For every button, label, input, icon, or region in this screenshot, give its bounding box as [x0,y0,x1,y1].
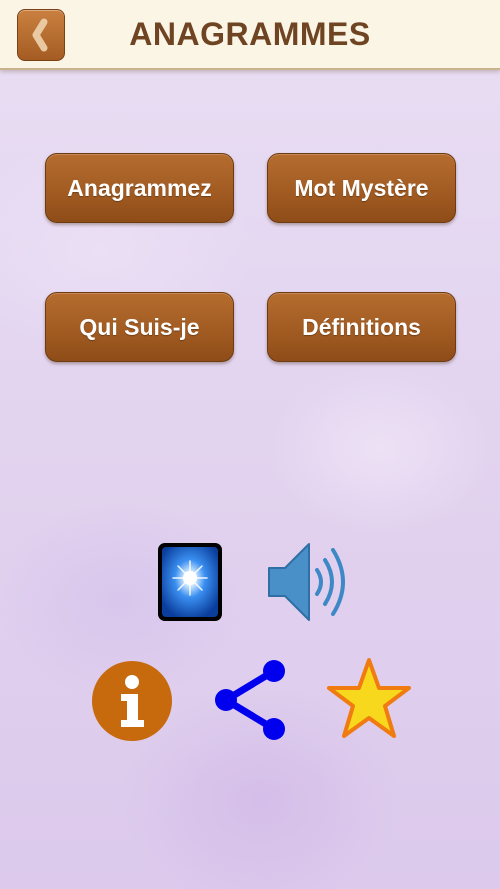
definitions-button[interactable]: Définitions [267,292,456,362]
share-icon [215,660,285,740]
brightness-button[interactable] [156,541,224,623]
background [0,0,500,889]
app-header: ANAGRAMMES [0,0,500,70]
rate-button[interactable] [326,656,412,742]
brightness-icon [158,543,222,621]
volume-icon [268,543,345,621]
anagrammez-button[interactable]: Anagrammez [45,153,234,223]
info-button[interactable] [91,660,173,742]
back-button[interactable] [17,9,65,61]
page-title: ANAGRAMMES [129,16,371,52]
info-icon [92,661,172,741]
sound-button[interactable] [265,540,353,624]
share-button[interactable] [210,657,292,743]
mot-mystere-button[interactable]: Mot Mystère [267,153,456,223]
star-icon [327,658,411,738]
chevron-left-icon [32,18,48,52]
qui-suis-je-button[interactable]: Qui Suis-je [45,292,234,362]
